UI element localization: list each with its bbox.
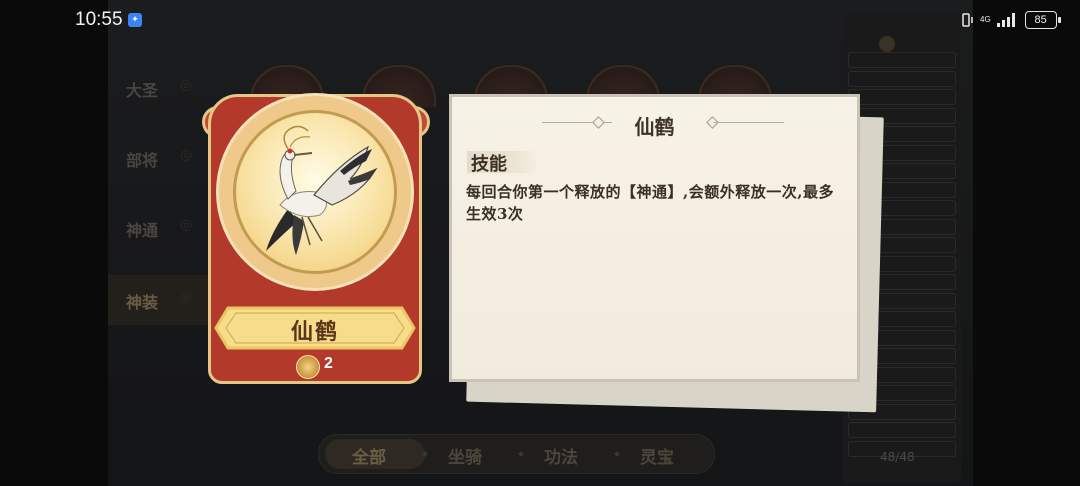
skill-description: 每回合你第一个释放的【神通】,会额外释放一次,最多生效3次 <box>466 183 834 223</box>
category-label: 大圣 <box>126 81 159 100</box>
crane-illustration <box>266 125 378 255</box>
card-portrait-ring <box>216 93 414 291</box>
panel-header-icon <box>879 36 895 52</box>
tab-all[interactable]: 全部 <box>352 443 386 468</box>
signal-icon <box>996 13 1015 27</box>
tab-mount[interactable]: 坐骑 <box>448 443 482 468</box>
cost-value: 2 <box>324 355 333 372</box>
tab-treasure[interactable]: 灵宝 <box>640 443 674 468</box>
category-label: 神装 <box>126 293 159 312</box>
bottom-tab-bar: 全部 坐骑 功法 灵宝 <box>318 434 715 474</box>
card-name: 仙鹤 <box>290 319 339 345</box>
skill-section-heading: 技能 <box>467 149 539 175</box>
category-icon: ◎ <box>180 77 193 93</box>
list-item[interactable] <box>848 52 956 68</box>
featured-card[interactable]: 仙鹤 2 <box>202 88 430 388</box>
category-item-shenzhuang[interactable]: 神装 ◎ <box>108 275 208 325</box>
category-label: 神通 <box>126 221 159 240</box>
title-decor-line <box>714 122 784 123</box>
list-item[interactable] <box>848 422 956 438</box>
list-item[interactable] <box>848 70 956 87</box>
category-label: 部将 <box>126 151 159 170</box>
tab-separator <box>518 451 524 457</box>
list-item[interactable] <box>848 89 956 105</box>
network-type: 4G <box>980 15 991 24</box>
tab-separator <box>614 451 620 457</box>
collection-count: 48/48 <box>880 450 915 464</box>
card-name-plate: 仙鹤 <box>214 304 416 352</box>
category-icon: ◎ <box>180 217 193 233</box>
skill-heading-label: 技能 <box>471 154 507 175</box>
app-notification-icon: ✦ <box>128 13 142 27</box>
tab-technique[interactable]: 功法 <box>544 443 578 468</box>
category-item-bujiang[interactable]: 部将 ◎ <box>108 133 208 183</box>
card-portrait <box>233 110 397 274</box>
category-item-dasheng[interactable]: 大圣 ◎ <box>108 63 208 113</box>
category-icon: ◎ <box>180 289 193 305</box>
detail-title: 仙鹤 <box>634 115 675 139</box>
card-detail-panel: 仙鹤 技能 每回合你第一个释放的【神通】,会额外释放一次,最多生效3次 <box>449 94 860 382</box>
clock: 10:55 <box>75 9 123 30</box>
coin-icon <box>296 355 320 379</box>
category-icon: ◎ <box>180 147 193 163</box>
category-item-shentong[interactable]: 神通 ◎ <box>108 203 208 253</box>
battery-icon: 85 <box>1024 11 1061 29</box>
